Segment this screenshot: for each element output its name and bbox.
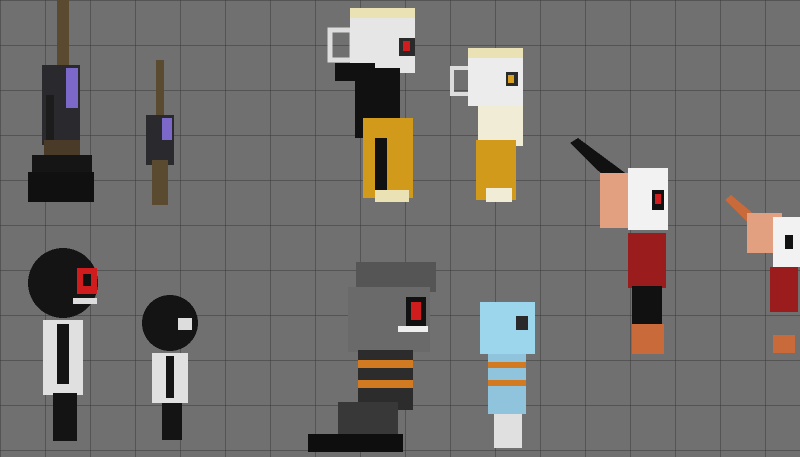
glass-character[interactable] [478,302,538,452]
ball-head-character-small[interactable] [140,295,205,440]
funnel-character-small[interactable] [725,195,800,355]
cup-character-small[interactable] [450,48,530,208]
broom-character-small[interactable] [140,60,180,205]
funnel-character-large[interactable] [570,138,680,358]
ball-head-character-large[interactable] [25,248,105,443]
broom-character-large[interactable] [24,0,99,205]
bucket-character[interactable] [308,262,436,454]
sandbox-scene [0,0,800,457]
cup-character-large[interactable] [325,8,425,208]
